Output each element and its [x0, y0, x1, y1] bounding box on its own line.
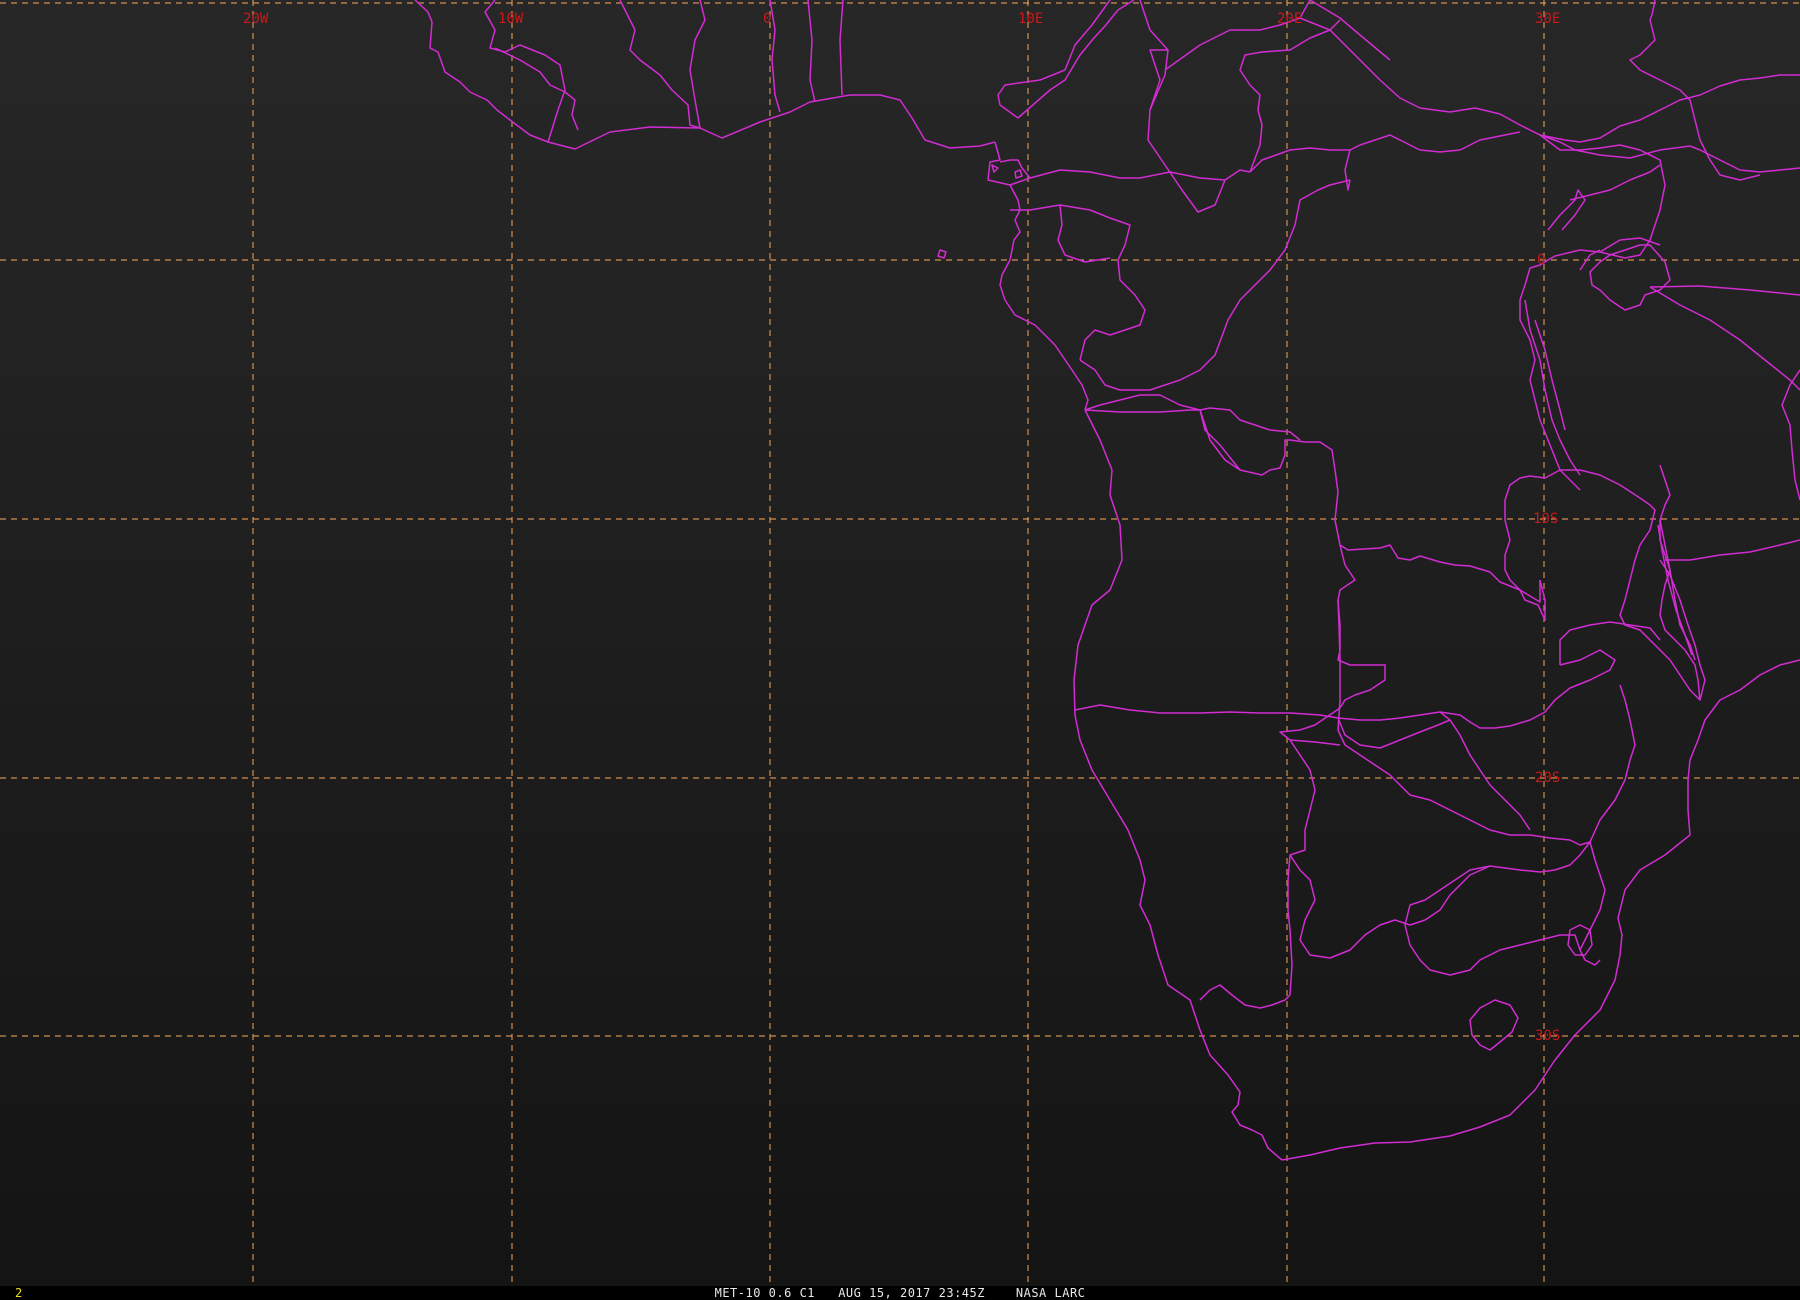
lon-label-20w: 20W	[243, 11, 269, 27]
lon-label-20e: 20E	[1277, 11, 1302, 27]
lat-label-0: 0	[1537, 252, 1545, 268]
lat-label-30s: 30S	[1535, 1028, 1560, 1044]
lon-label-0: 0	[763, 11, 771, 27]
image-caption: MET-10 0.6 C1 AUG 15, 2017 23:45Z NASA L…	[714, 1286, 1086, 1300]
status-bar: 2 MET-10 0.6 C1 AUG 15, 2017 23:45Z NASA…	[0, 1286, 1800, 1300]
satellite-map: 20W 10W 0 10E 20E 30E 0 10S 20S 30S	[0, 0, 1800, 1286]
lon-label-10e: 10E	[1018, 11, 1043, 27]
lat-label-20s: 20S	[1535, 770, 1560, 786]
map-background	[0, 0, 1800, 1286]
lon-label-30e: 30E	[1535, 11, 1560, 27]
lat-label-10s: 10S	[1533, 511, 1558, 527]
lon-label-10w: 10W	[498, 11, 524, 27]
